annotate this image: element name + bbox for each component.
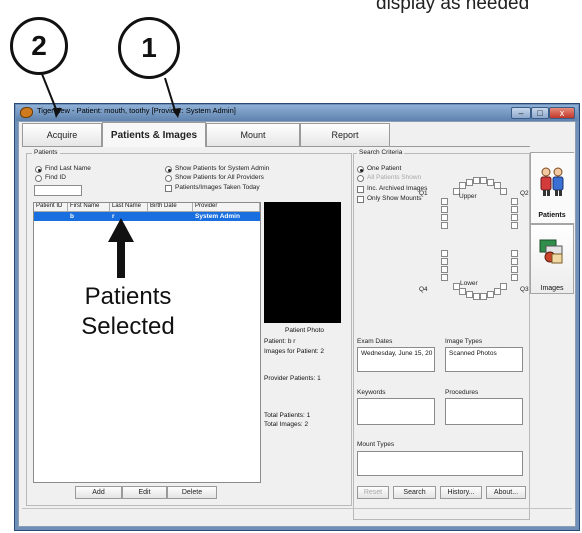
tab-patients-images[interactable]: Patients & Images [102, 122, 206, 147]
tooth-button[interactable] [441, 198, 448, 205]
tooth-button[interactable] [511, 250, 518, 257]
tooth-button[interactable] [441, 206, 448, 213]
tooth-button[interactable] [459, 288, 466, 295]
patient-name-info: Patient: b r [264, 338, 296, 345]
tooth-button[interactable] [487, 179, 494, 186]
search-criteria-title: Search Criteria [357, 149, 405, 156]
exam-dates-label: Exam Dates [357, 338, 393, 345]
tooth-button[interactable] [511, 266, 518, 273]
tooth-button[interactable] [511, 198, 518, 205]
keywords-label: Keywords [357, 389, 386, 396]
tooth-button[interactable] [441, 274, 448, 281]
keywords-field[interactable] [357, 398, 435, 425]
images-for-patient-info: Images for Patient: 2 [264, 348, 324, 355]
tooth-button[interactable] [473, 177, 480, 184]
tooth-button[interactable] [480, 293, 487, 300]
tooth-button[interactable] [500, 283, 507, 290]
exam-dates-field[interactable]: Wednesday, June 15, 20 [357, 347, 435, 372]
side-tab-images-label: Images [540, 285, 564, 292]
total-images-info: Total Images: 2 [264, 421, 309, 428]
tooth-button[interactable] [441, 258, 448, 265]
quadrant-q3-label[interactable]: Q3 [520, 286, 529, 293]
tooth-button[interactable] [441, 266, 448, 273]
quadrant-q2-label[interactable]: Q2 [520, 190, 529, 197]
total-patients-info: Total Patients: 1 [264, 412, 311, 419]
only-mounts-checkbox[interactable] [357, 196, 364, 203]
image-types-field[interactable]: Scanned Photos [445, 347, 523, 372]
all-patients-label: All Patients Shown [367, 174, 422, 181]
tooth-button[interactable] [511, 214, 518, 221]
mount-types-label: Mount Types [357, 441, 395, 448]
one-patient-label: One Patient [367, 165, 402, 172]
status-bar [22, 508, 572, 522]
upper-arch-label[interactable]: Upper [459, 193, 477, 200]
tooth-button[interactable] [441, 250, 448, 257]
only-mounts-label: Only Show Mounts [367, 195, 422, 202]
patient-photo-caption: Patient Photo [285, 327, 325, 334]
tooth-button[interactable] [511, 206, 518, 213]
tooth-button[interactable] [511, 274, 518, 281]
patients-people-icon [540, 167, 564, 196]
tooth-button[interactable] [466, 179, 473, 186]
quadrant-q4-label[interactable]: Q4 [419, 286, 428, 293]
inc-archived-checkbox[interactable] [357, 186, 364, 193]
tooth-button[interactable] [441, 222, 448, 229]
search-button[interactable]: Search [393, 486, 436, 499]
tooth-button[interactable] [473, 293, 480, 300]
add-button[interactable]: Add [75, 486, 122, 499]
tooth-chart[interactable]: Q1 Upper Q2 Q4 Lower Q3 [419, 172, 529, 300]
about-button[interactable]: About... [486, 486, 526, 499]
lower-arch-label[interactable]: Lower [460, 280, 478, 287]
images-gallery-icon [539, 239, 563, 264]
side-tab-patients-label: Patients [538, 212, 566, 219]
provider-patients-info: Provider Patients: 1 [264, 375, 321, 382]
tooth-button[interactable] [459, 182, 466, 189]
one-patient-radio[interactable] [357, 166, 364, 173]
image-types-label: Image Types [445, 338, 483, 345]
procedures-label: Procedures [445, 389, 479, 396]
tooth-button[interactable] [466, 291, 473, 298]
patient-photo [264, 202, 341, 323]
delete-button[interactable]: Delete [167, 486, 217, 499]
tooth-button[interactable] [500, 188, 507, 195]
tooth-button[interactable] [480, 177, 487, 184]
mount-types-field[interactable] [357, 451, 523, 476]
edit-button[interactable]: Edit [122, 486, 167, 499]
history-button[interactable]: History... [440, 486, 482, 499]
procedures-field[interactable] [445, 398, 523, 425]
reset-button[interactable]: Reset [357, 486, 389, 499]
tooth-button[interactable] [441, 214, 448, 221]
tooth-button[interactable] [511, 222, 518, 229]
quadrant-q1-label[interactable]: Q1 [419, 190, 428, 197]
tooth-button[interactable] [487, 291, 494, 298]
all-patients-radio[interactable] [357, 175, 364, 182]
tooth-button[interactable] [511, 258, 518, 265]
